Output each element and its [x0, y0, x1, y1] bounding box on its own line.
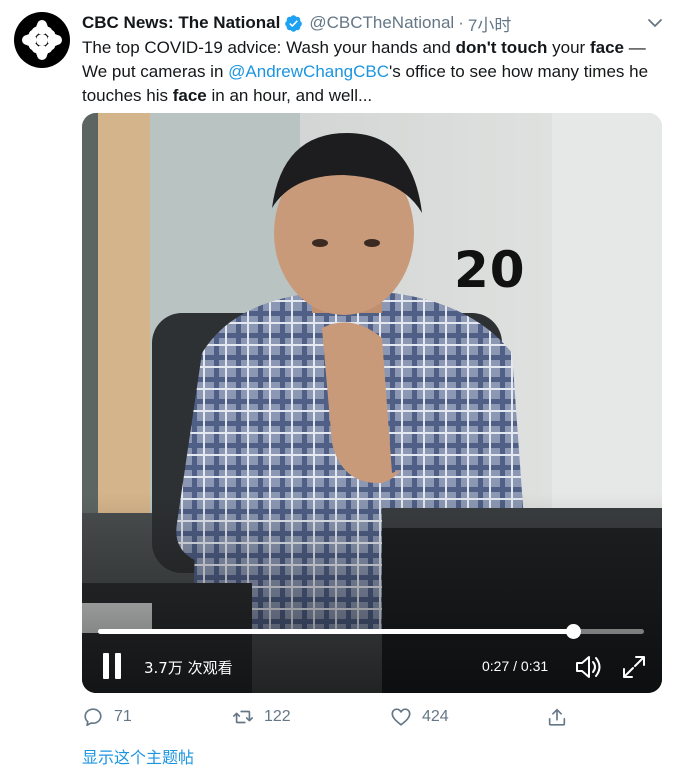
tweet-text-part: your — [547, 38, 590, 57]
like-count: 424 — [422, 708, 449, 725]
video-timecode: 0:27 / 0:31 — [482, 658, 549, 674]
like-button[interactable]: 424 — [390, 704, 449, 730]
tweet: CBC News: The National @CBCTheNational ·… — [0, 0, 680, 776]
pause-icon — [115, 653, 121, 679]
tweet-text-bold: face — [172, 86, 207, 105]
cbc-logo-icon — [22, 20, 62, 60]
share-button[interactable] — [546, 704, 578, 730]
retweet-button[interactable]: 122 — [232, 704, 291, 730]
show-thread-link[interactable]: 显示这个主题帖 — [82, 744, 194, 768]
tweet-text-bold: face — [589, 38, 624, 57]
fullscreen-icon[interactable] — [620, 653, 648, 681]
tweet-header: CBC News: The National @CBCTheNational ·… — [82, 11, 511, 36]
progress-bar[interactable] — [98, 624, 644, 639]
tweet-timestamp[interactable]: 7小时 — [468, 11, 511, 36]
reply-count: 71 — [114, 708, 132, 725]
tweet-text-bold: don't touch — [455, 38, 548, 57]
author-handle[interactable]: @CBCTheNational — [309, 13, 454, 33]
like-icon — [391, 708, 411, 726]
volume-icon[interactable] — [574, 653, 604, 681]
header-separator: · — [458, 13, 464, 32]
tweet-text: The top COVID-19 advice: Wash your hands… — [82, 36, 662, 108]
retweet-icon — [233, 710, 253, 724]
avatar[interactable] — [14, 12, 70, 68]
tweet-text-part: in an hour, and well... — [206, 86, 373, 105]
tweet-actions: 71 122 424 — [82, 704, 662, 730]
pause-button[interactable] — [100, 653, 124, 681]
pause-icon — [103, 653, 109, 679]
chevron-down-icon[interactable] — [646, 14, 664, 32]
verified-icon — [285, 14, 303, 32]
video-frame — [82, 113, 662, 693]
share-icon — [548, 708, 566, 726]
retweet-count: 122 — [264, 708, 291, 725]
progress-fill — [98, 629, 574, 634]
view-count: 3.7万 次观看 — [144, 659, 233, 677]
reply-icon — [84, 708, 102, 727]
reply-button[interactable]: 71 — [82, 704, 132, 730]
tweet-text-part: The top COVID-19 advice: Wash your hands… — [82, 38, 456, 57]
progress-handle[interactable] — [566, 624, 582, 639]
video-player[interactable]: 20 3.7万 次观看 0:27 / 0:31 — [82, 113, 662, 693]
author-name[interactable]: CBC News: The National — [82, 13, 280, 33]
video-overlay-counter: 20 — [454, 241, 526, 299]
mention-link[interactable]: @AndrewChangCBC — [228, 62, 389, 81]
